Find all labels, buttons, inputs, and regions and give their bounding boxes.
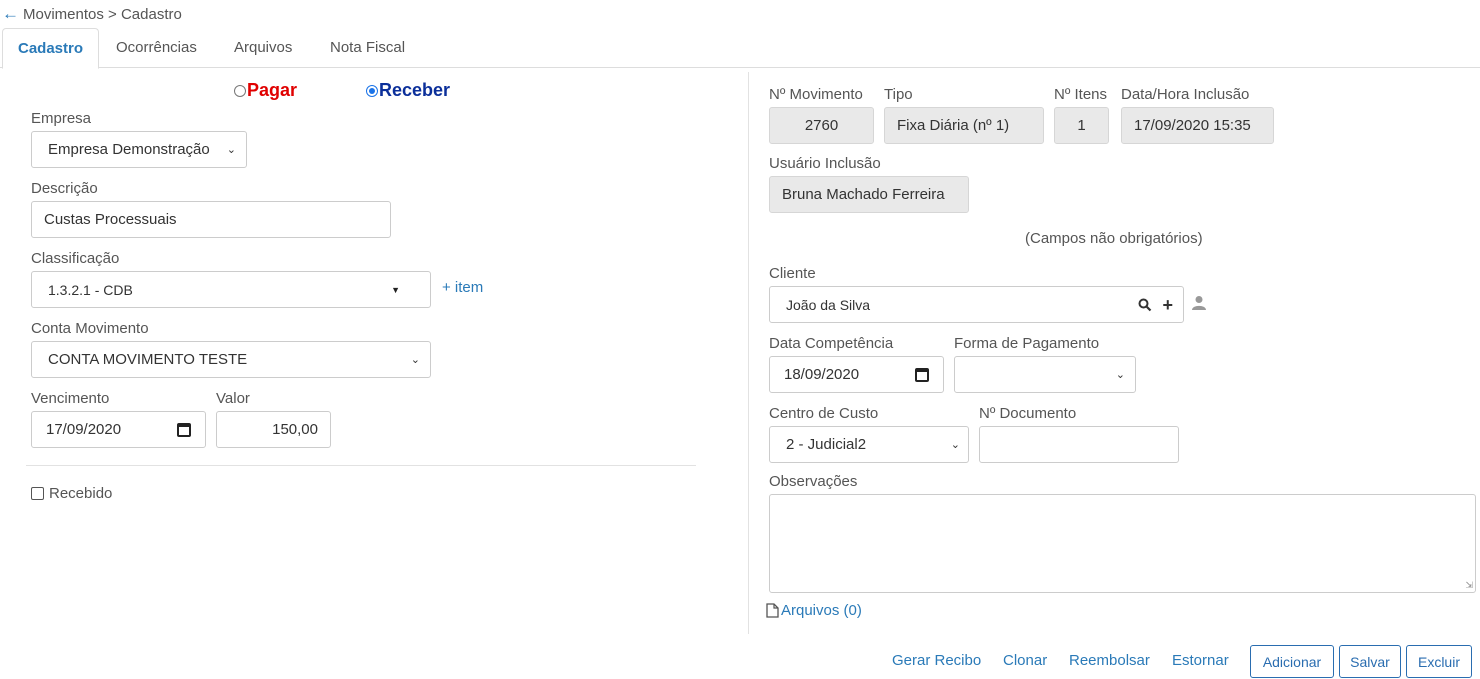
centro-custo-select[interactable]: 2 - Judicial2 ⌄ <box>769 426 969 463</box>
breadcrumb-text: Movimentos > Cadastro <box>23 5 182 23</box>
valor-value: 150,00 <box>272 421 318 438</box>
forma-pagamento-label: Forma de Pagamento <box>954 335 1100 352</box>
usuario-inclusao-label: Usuário Inclusão <box>769 155 881 172</box>
recebido-label: Recebido <box>49 485 113 502</box>
chevron-down-icon: ⌄ <box>1115 369 1125 381</box>
arquivos-link-row[interactable]: Arquivos (0) <box>766 602 862 619</box>
observacoes-label: Observações <box>769 473 858 490</box>
forma-pagamento-select[interactable]: ⌄ <box>954 356 1136 393</box>
centro-custo-label: Centro de Custo <box>769 405 879 422</box>
observacoes-textarea[interactable]: ⇲ <box>769 494 1476 593</box>
tipo-field: Fixa Diária (nº 1) <box>884 107 1044 144</box>
breadcrumb: ← Movimentos > Cadastro <box>2 4 182 24</box>
tab-arquivos[interactable]: Arquivos <box>218 28 308 68</box>
radio-receber-label: Receber <box>379 80 451 100</box>
excluir-button[interactable]: Excluir <box>1406 645 1472 678</box>
calendar-icon[interactable] <box>177 422 191 437</box>
n-movimento-label: Nº Movimento <box>769 86 863 103</box>
user-icon[interactable] <box>1191 295 1207 311</box>
clonar-link[interactable]: Clonar <box>1003 652 1047 669</box>
estornar-link[interactable]: Estornar <box>1172 652 1229 669</box>
add-item-link[interactable]: + item <box>442 279 483 296</box>
usuario-inclusao-value: Bruna Machado Ferreira <box>782 186 945 203</box>
n-itens-value: 1 <box>1077 117 1086 134</box>
descricao-input[interactable]: Custas Processuais <box>31 201 391 238</box>
column-divider <box>748 72 749 634</box>
n-itens-label: Nº Itens <box>1054 86 1107 103</box>
plus-icon[interactable]: + <box>1162 296 1173 314</box>
conta-movimento-label: Conta Movimento <box>31 320 149 337</box>
arquivos-link[interactable]: Arquivos (0) <box>781 602 862 619</box>
cliente-value: João da Silva <box>786 296 871 313</box>
empresa-label: Empresa <box>31 110 92 127</box>
data-hora-inclusao-value: 17/09/2020 15:35 <box>1134 117 1251 134</box>
classificacao-select[interactable]: 1.3.2.1 - CDB ▼ <box>31 271 431 308</box>
valor-label: Valor <box>216 390 250 407</box>
tipo-value: Fixa Diária (nº 1) <box>897 117 1010 134</box>
cliente-label: Cliente <box>769 265 816 282</box>
tab-ocorrencias[interactable]: Ocorrências <box>100 28 213 68</box>
reembolsar-link[interactable]: Reembolsar <box>1069 652 1150 669</box>
resize-handle-icon[interactable]: ⇲ <box>1465 580 1473 591</box>
descricao-label: Descrição <box>31 180 98 197</box>
tipo-label: Tipo <box>884 86 913 103</box>
radio-receber[interactable]: Receber <box>366 80 450 101</box>
salvar-button[interactable]: Salvar <box>1339 645 1401 678</box>
centro-custo-value: 2 - Judicial2 <box>786 436 867 453</box>
vencimento-date-input[interactable]: 17/09/2020 <box>31 411 206 448</box>
radio-receber-indicator[interactable] <box>366 84 378 97</box>
n-documento-input[interactable] <box>979 426 1179 463</box>
data-hora-inclusao-label: Data/Hora Inclusão <box>1121 86 1250 103</box>
tab-nota-fiscal[interactable]: Nota Fiscal <box>314 28 421 68</box>
chevron-down-icon: ⌄ <box>226 144 236 156</box>
conta-movimento-select[interactable]: CONTA MOVIMENTO TESTE ⌄ <box>31 341 431 378</box>
divider <box>26 465 696 466</box>
vencimento-label: Vencimento <box>31 390 110 407</box>
classificacao-value: 1.3.2.1 - CDB <box>48 281 133 298</box>
search-icon[interactable] <box>1138 298 1152 312</box>
valor-input[interactable]: 150,00 <box>216 411 331 448</box>
chevron-down-icon: ⌄ <box>410 354 420 366</box>
adicionar-button[interactable]: Adicionar <box>1250 645 1334 678</box>
gerar-recibo-link[interactable]: Gerar Recibo <box>892 652 981 669</box>
empresa-select[interactable]: Empresa Demonstração ⌄ <box>31 131 247 168</box>
empresa-value: Empresa Demonstração <box>48 141 210 158</box>
n-itens-field: 1 <box>1054 107 1109 144</box>
data-competencia-date-input[interactable]: 18/09/2020 <box>769 356 944 393</box>
radio-pagar-label: Pagar <box>247 80 298 100</box>
tab-cadastro[interactable]: Cadastro <box>2 28 99 69</box>
back-arrow-icon[interactable]: ← <box>2 4 19 24</box>
calendar-icon[interactable] <box>915 367 929 382</box>
descricao-value: Custas Processuais <box>44 211 177 228</box>
n-documento-label: Nº Documento <box>979 405 1077 422</box>
n-movimento-value: 2760 <box>804 117 839 134</box>
data-hora-inclusao-field: 17/09/2020 15:35 <box>1121 107 1274 144</box>
vencimento-value: 17/09/2020 <box>46 421 122 438</box>
data-competencia-label: Data Competência <box>769 335 894 352</box>
optional-fields-note: (Campos não obrigatórios) <box>1025 230 1203 247</box>
chevron-down-icon: ⌄ <box>950 439 960 451</box>
recebido-checkbox-row[interactable]: Recebido <box>31 485 112 502</box>
cliente-input[interactable]: João da Silva + <box>769 286 1184 323</box>
file-icon <box>766 603 779 618</box>
caret-down-icon: ▼ <box>391 284 400 295</box>
classificacao-label: Classificação <box>31 250 120 267</box>
usuario-inclusao-field: Bruna Machado Ferreira <box>769 176 969 213</box>
n-movimento-field: 2760 <box>769 107 874 144</box>
radio-pagar-indicator[interactable] <box>234 84 246 97</box>
data-competencia-value: 18/09/2020 <box>784 366 860 383</box>
conta-movimento-value: CONTA MOVIMENTO TESTE <box>48 351 248 368</box>
tab-bar: Cadastro Ocorrências Arquivos Nota Fisca… <box>0 28 1480 69</box>
recebido-checkbox[interactable] <box>31 487 44 500</box>
radio-pagar[interactable]: Pagar <box>234 80 297 101</box>
